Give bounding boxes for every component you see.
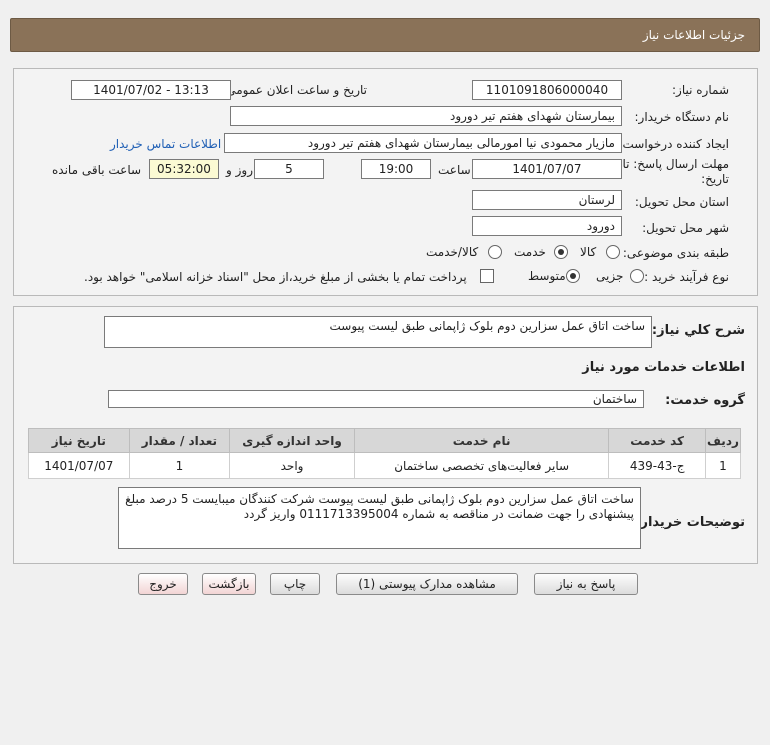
creator-label: ایجاد کننده درخواست: [618,137,729,151]
category-radio-goods[interactable] [606,245,620,259]
deadline-date-field: 1401/07/07 [472,159,622,179]
col-need-date: تاریخ نیاز [28,428,130,453]
back-button[interactable]: بازگشت [202,573,256,595]
col-unit: واحد اندازه گیری [229,428,355,453]
col-quantity: تعداد / مقدار [128,428,231,453]
deadline-time-label: ساعت [438,163,471,177]
need-number-field: 1101091806000040 [472,80,622,100]
announce-label: تاریخ و ساعت اعلان عمومی: [222,83,367,97]
city-field: دورود [472,216,622,236]
deadline-time-field: 19:00 [361,159,431,179]
remaining-time-field: 05:32:00 [149,159,219,179]
cell-quantity: 1 [128,452,231,479]
buyer-notes-field: ساخت اتاق عمل سزارین دوم بلوک ژاپمانی طب… [118,487,641,549]
service-group-label: گروه خدمت: [665,393,745,408]
services-table: ردیف کد خدمت نام خدمت واحد اندازه گیری ت… [28,428,742,479]
buyer-contact-link[interactable]: اطلاعات تماس خریدار [110,137,221,151]
category-option-goods: کالا [580,245,597,259]
col-service-name: نام خدمت [353,428,610,453]
process-label: نوع فرآیند خرید : [644,270,729,284]
summary-label: شرح کلي نياز: [651,323,745,338]
remaining-label: ساعت باقی مانده [52,163,142,177]
days-label: روز و [226,163,253,177]
creator-field: مازیار محمودی نیا امورمالی بیمارستان شهد… [224,133,622,153]
treasury-payment-checkbox[interactable] [480,269,494,283]
reply-button[interactable]: پاسخ به نیاز [534,573,638,595]
buyer-notes-label: توضیحات خریدار: [635,515,745,530]
summary-field: ساخت اتاق عمل سزارین دوم بلوک ژاپمانی طب… [104,316,652,348]
table-row: 1 ج-43-439 سایر فعالیت‌های تخصصی ساختمان… [28,452,742,479]
cell-unit: واحد [229,452,355,479]
col-row-number: ردیف [704,428,742,453]
deadline-label-date: تاریخ: [701,172,729,186]
cell-service-name: سایر فعالیت‌های تخصصی ساختمان [353,452,610,479]
process-option-minor: جزیی [596,269,624,283]
province-field: لرستان [472,190,622,210]
category-radio-goods-service[interactable] [488,245,502,259]
category-option-service: خدمت [514,245,546,259]
cell-service-code: ج-43-439 [608,452,706,479]
category-radio-service[interactable] [554,245,568,259]
exit-button[interactable]: خروج [138,573,188,595]
services-section-title: اطلاعات خدمات مورد نیاز [582,360,745,375]
process-radio-minor[interactable] [630,269,644,283]
need-number-label: شماره نیاز: [672,83,729,97]
col-service-code: کد خدمت [608,428,706,453]
view-attachments-button[interactable]: مشاهده مدارک پیوستی (1) [336,573,518,595]
cell-need-date: 1401/07/07 [28,452,130,479]
days-field: 5 [254,159,324,179]
page-title: جزئیات اطلاعات نیاز [642,28,745,42]
process-radio-medium[interactable] [566,269,580,283]
table-header-row: ردیف کد خدمت نام خدمت واحد اندازه گیری ت… [28,428,742,453]
buyer-label: نام دستگاه خریدار: [634,110,730,124]
province-label: استان محل تحویل: [634,195,729,209]
page-title-bar: جزئیات اطلاعات نیاز [10,18,760,52]
category-label: طبقه بندی موضوعی: [622,246,729,260]
city-label: شهر محل تحویل: [642,221,729,235]
need-info-panel: شماره نیاز: 1101091806000040 تاریخ و ساع… [13,68,758,296]
category-option-goods-service: کالا/خدمت [426,245,479,259]
process-option-medium: متوسط [528,269,566,283]
treasury-payment-note: پرداخت تمام یا بخشی از مبلغ خرید،از محل … [84,270,467,284]
deadline-label: مهلت ارسال پاسخ: تا [622,157,729,171]
print-button[interactable]: چاپ [270,573,320,595]
buyer-field: بیمارستان شهدای هفتم تیر دورود [230,106,622,126]
announce-field: 1401/07/02 - 13:13 [71,80,231,100]
service-group-field: ساختمان [108,390,644,408]
cell-row-number: 1 [704,452,742,479]
